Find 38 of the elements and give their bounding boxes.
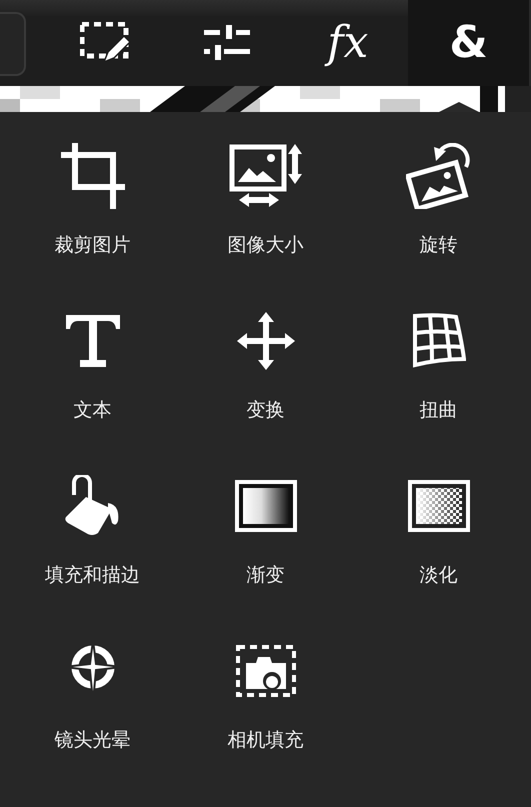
- fade-icon: [408, 480, 470, 532]
- tab-label: fx: [327, 21, 368, 65]
- tool-item[interactable]: 变换: [179, 277, 352, 442]
- tool-item[interactable]: 旋转: [352, 112, 525, 277]
- tool-label: 镜头光晕: [54, 728, 130, 753]
- tool-label: 变换: [246, 398, 284, 423]
- crop-icon: [60, 143, 124, 209]
- tool-label: 旋转: [420, 233, 458, 258]
- tool-item[interactable]: 扭曲: [352, 277, 525, 442]
- tool-label: 填充和描边: [45, 563, 140, 588]
- text-icon: [66, 315, 120, 367]
- tool-item[interactable]: 文本: [6, 277, 179, 442]
- tool-label: 文本: [74, 398, 112, 423]
- tool-item[interactable]: 渐变: [179, 442, 352, 607]
- sliders-icon: [204, 25, 250, 61]
- tool-item[interactable]: 镜头光晕: [6, 607, 179, 772]
- tab-label: &: [449, 21, 488, 65]
- tool-label: 图像大小: [228, 233, 304, 258]
- tool-label: 淡化: [420, 563, 458, 588]
- tool-item[interactable]: 填充和描边: [6, 442, 179, 607]
- camera-fill-icon: [236, 645, 296, 697]
- tool-label: 相机填充: [228, 728, 304, 753]
- gradient-icon: [234, 480, 296, 532]
- move-arrows-icon: [236, 312, 294, 370]
- warp-grid-icon: [412, 313, 466, 369]
- tool-label: 扭曲: [420, 398, 458, 423]
- tool-label: 渐变: [246, 563, 284, 588]
- tool-item[interactable]: 相机填充: [179, 607, 352, 772]
- tool-item[interactable]: 裁剪图片: [6, 112, 179, 277]
- popover-pointer: [439, 102, 479, 112]
- tool-item[interactable]: 淡化: [352, 442, 525, 607]
- tool-label: 裁剪图片: [54, 233, 130, 258]
- toolbar-tab[interactable]: &: [408, 0, 530, 86]
- image-resize-icon: [228, 144, 302, 208]
- rotate-image-icon: [406, 143, 472, 209]
- tool-item[interactable]: 图像大小: [179, 112, 352, 277]
- toolbar-tab[interactable]: fx: [287, 0, 408, 86]
- paint-bucket-icon: [64, 475, 122, 537]
